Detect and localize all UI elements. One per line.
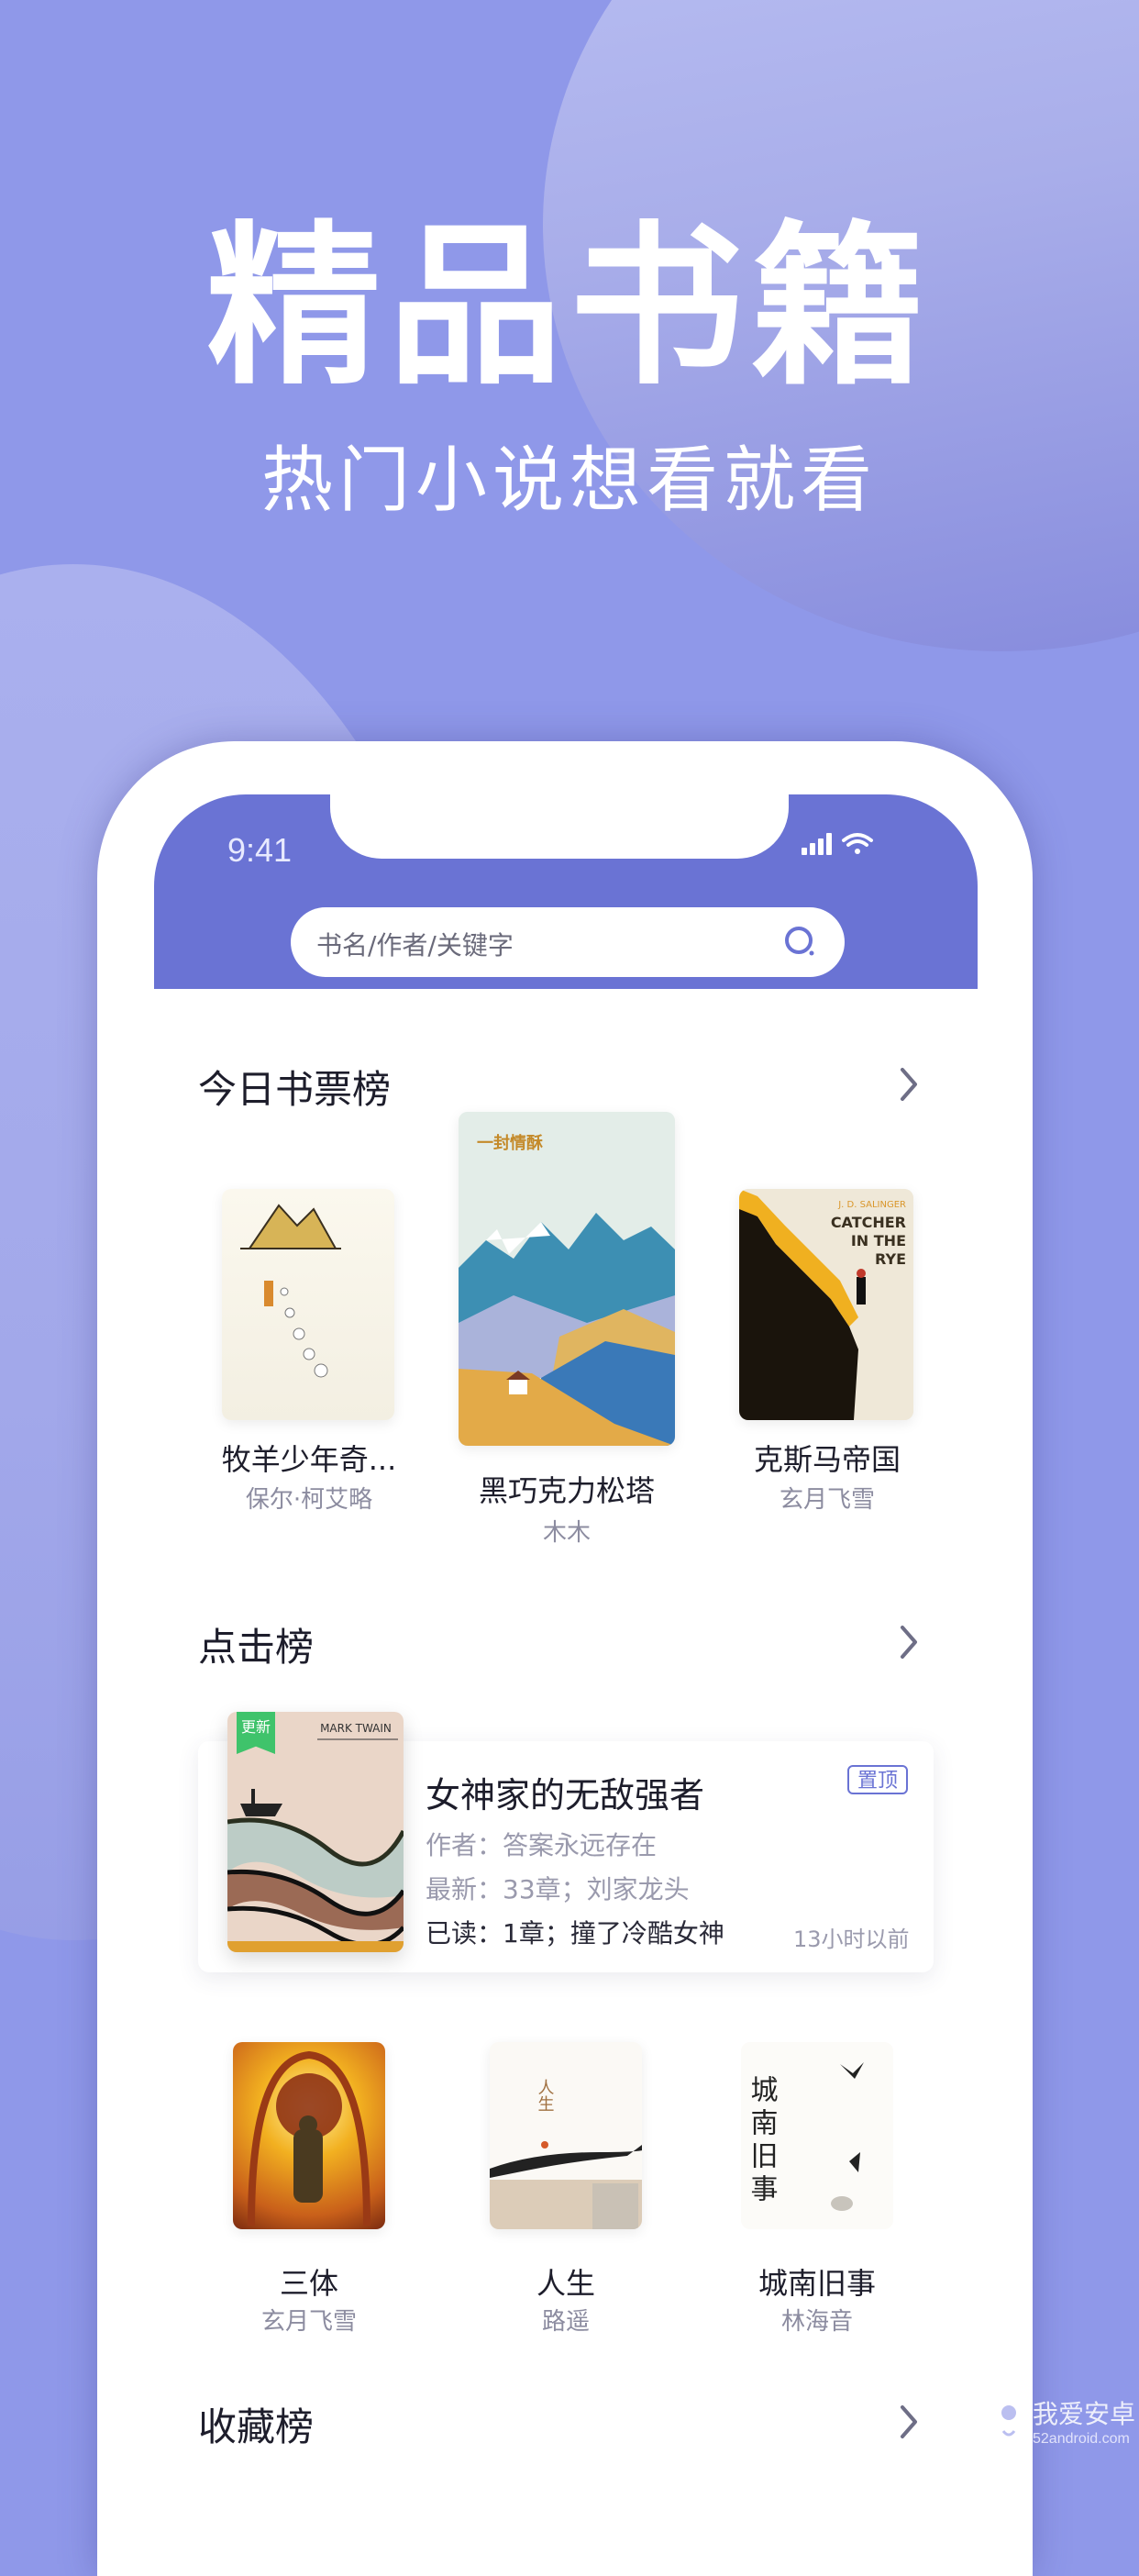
cover-art-old-stories: 城南旧事 bbox=[741, 2042, 893, 2229]
book-cover[interactable] bbox=[233, 2042, 385, 2229]
signal-icon bbox=[802, 833, 832, 855]
cover-art-three-body bbox=[248, 2050, 370, 2226]
book-title: 城南旧事 bbox=[757, 2266, 876, 2301]
cover-art-catcher-in-the-rye: J. D. SALINGER CATCHER IN THE RYE bbox=[739, 1189, 913, 1420]
cover-title: 人生 bbox=[536, 2079, 555, 2112]
cover-brand-text: 一封情酥 bbox=[477, 1133, 543, 1153]
book-title: 人生 bbox=[536, 2266, 595, 2301]
app-header: 9:41 书名/作者/关键字 bbox=[154, 794, 978, 989]
featured-book-latest: 最新：33章；刘家龙头 bbox=[426, 1874, 690, 1904]
book-cover[interactable]: 城南旧事 bbox=[741, 2042, 893, 2229]
phone-notch bbox=[330, 794, 789, 859]
phone-screen: 9:41 书名/作者/关键字 今日书票榜 牧羊少年奇... 保尔·柯艾略 一封情… bbox=[154, 794, 978, 2537]
search-placeholder: 书名/作者/关键字 bbox=[316, 930, 514, 960]
chevron-right-icon[interactable] bbox=[895, 1622, 923, 1662]
book-title: 三体 bbox=[279, 2266, 338, 2301]
book-item[interactable]: 牧羊少年奇... 保尔·柯艾略 bbox=[209, 1189, 396, 1514]
hero-subtitle: 热门小说想看就看 bbox=[260, 439, 878, 522]
svg-text:J. D. SALINGER: J. D. SALINGER bbox=[837, 1200, 906, 1210]
chevron-right-icon[interactable] bbox=[895, 1064, 923, 1105]
cover-art-mark-twain: MARK TWAIN bbox=[227, 1712, 404, 1952]
book-item[interactable]: 三体 玄月飞雪 bbox=[233, 2042, 385, 2336]
book-cover[interactable]: 一封情酥 bbox=[459, 1112, 675, 1446]
featured-book-author: 作者：答案永远存在 bbox=[426, 1830, 658, 1860]
book-author: 玄月飞雪 bbox=[779, 1486, 875, 1514]
book-title: 牧羊少年奇... bbox=[221, 1442, 397, 1477]
wifi-icon bbox=[842, 833, 873, 854]
featured-book-title[interactable]: 女神家的无敌强者 bbox=[426, 1767, 704, 1817]
watermark: 我爱安卓 52android.com bbox=[990, 2391, 1137, 2457]
status-icons bbox=[802, 833, 873, 855]
cover-art-life: 人生 bbox=[490, 2042, 642, 2229]
section-title-clicks: 点击榜 bbox=[198, 1625, 315, 1670]
book-item[interactable]: J. D. SALINGER CATCHER IN THE RYE 克斯马帝国 … bbox=[737, 1189, 917, 1514]
watermark-name: 我爱安卓 bbox=[1033, 2399, 1136, 2429]
search-input[interactable]: 书名/作者/关键字 bbox=[291, 907, 845, 977]
book-cover[interactable]: 人生 bbox=[490, 2042, 642, 2229]
book-title: 克斯马帝国 bbox=[753, 1442, 901, 1477]
hero-title: 精品书籍 bbox=[205, 205, 933, 408]
status-time: 9:41 bbox=[227, 831, 293, 869]
cover-title: 城南旧事 bbox=[746, 2075, 778, 2207]
chevron-right-icon[interactable] bbox=[895, 2402, 923, 2442]
book-author: 林海音 bbox=[780, 2308, 853, 2336]
featured-book-cover[interactable]: MARK TWAIN 更新 bbox=[227, 1712, 404, 1952]
pin-top-button[interactable]: 置顶 bbox=[847, 1765, 908, 1794]
featured-book-timestamp: 13小时以前 bbox=[793, 1926, 910, 1952]
book-author: 玄月飞雪 bbox=[260, 2308, 357, 2336]
section-title-favorites: 收藏榜 bbox=[198, 2404, 315, 2449]
book-author: 保尔·柯艾略 bbox=[245, 1486, 373, 1514]
svg-text:CATCHER: CATCHER bbox=[831, 1214, 906, 1231]
watermark-domain: 52android.com bbox=[1033, 2431, 1130, 2447]
book-author: 路遥 bbox=[541, 2308, 590, 2336]
book-title: 黑巧克力松塔 bbox=[478, 1473, 655, 1508]
book-cover[interactable]: J. D. SALINGER CATCHER IN THE RYE bbox=[739, 1189, 913, 1420]
book-item[interactable]: 人生 人生 路遥 bbox=[490, 2042, 642, 2336]
book-author: 木木 bbox=[542, 1519, 591, 1547]
book-item[interactable]: 城南旧事 城南旧事 林海音 bbox=[741, 2042, 893, 2336]
search-icon[interactable] bbox=[782, 924, 819, 960]
section-title-daily-ticket: 今日书票榜 bbox=[198, 1067, 392, 1112]
book-item[interactable]: 一封情酥 黑巧克力松塔 木木 bbox=[459, 1112, 675, 1547]
android-mascot-icon bbox=[994, 2400, 1023, 2451]
featured-book-read-progress: 已读：1章；撞了冷酷女神 bbox=[426, 1918, 724, 1949]
cover-author-text: MARK TWAIN bbox=[320, 1722, 392, 1735]
svg-text:IN THE: IN THE bbox=[851, 1232, 906, 1249]
cover-art-alchemist bbox=[240, 1204, 341, 1378]
svg-text:RYE: RYE bbox=[875, 1250, 906, 1268]
book-cover[interactable] bbox=[222, 1189, 394, 1420]
cover-art-pine-cone: 一封情酥 bbox=[459, 1112, 675, 1446]
